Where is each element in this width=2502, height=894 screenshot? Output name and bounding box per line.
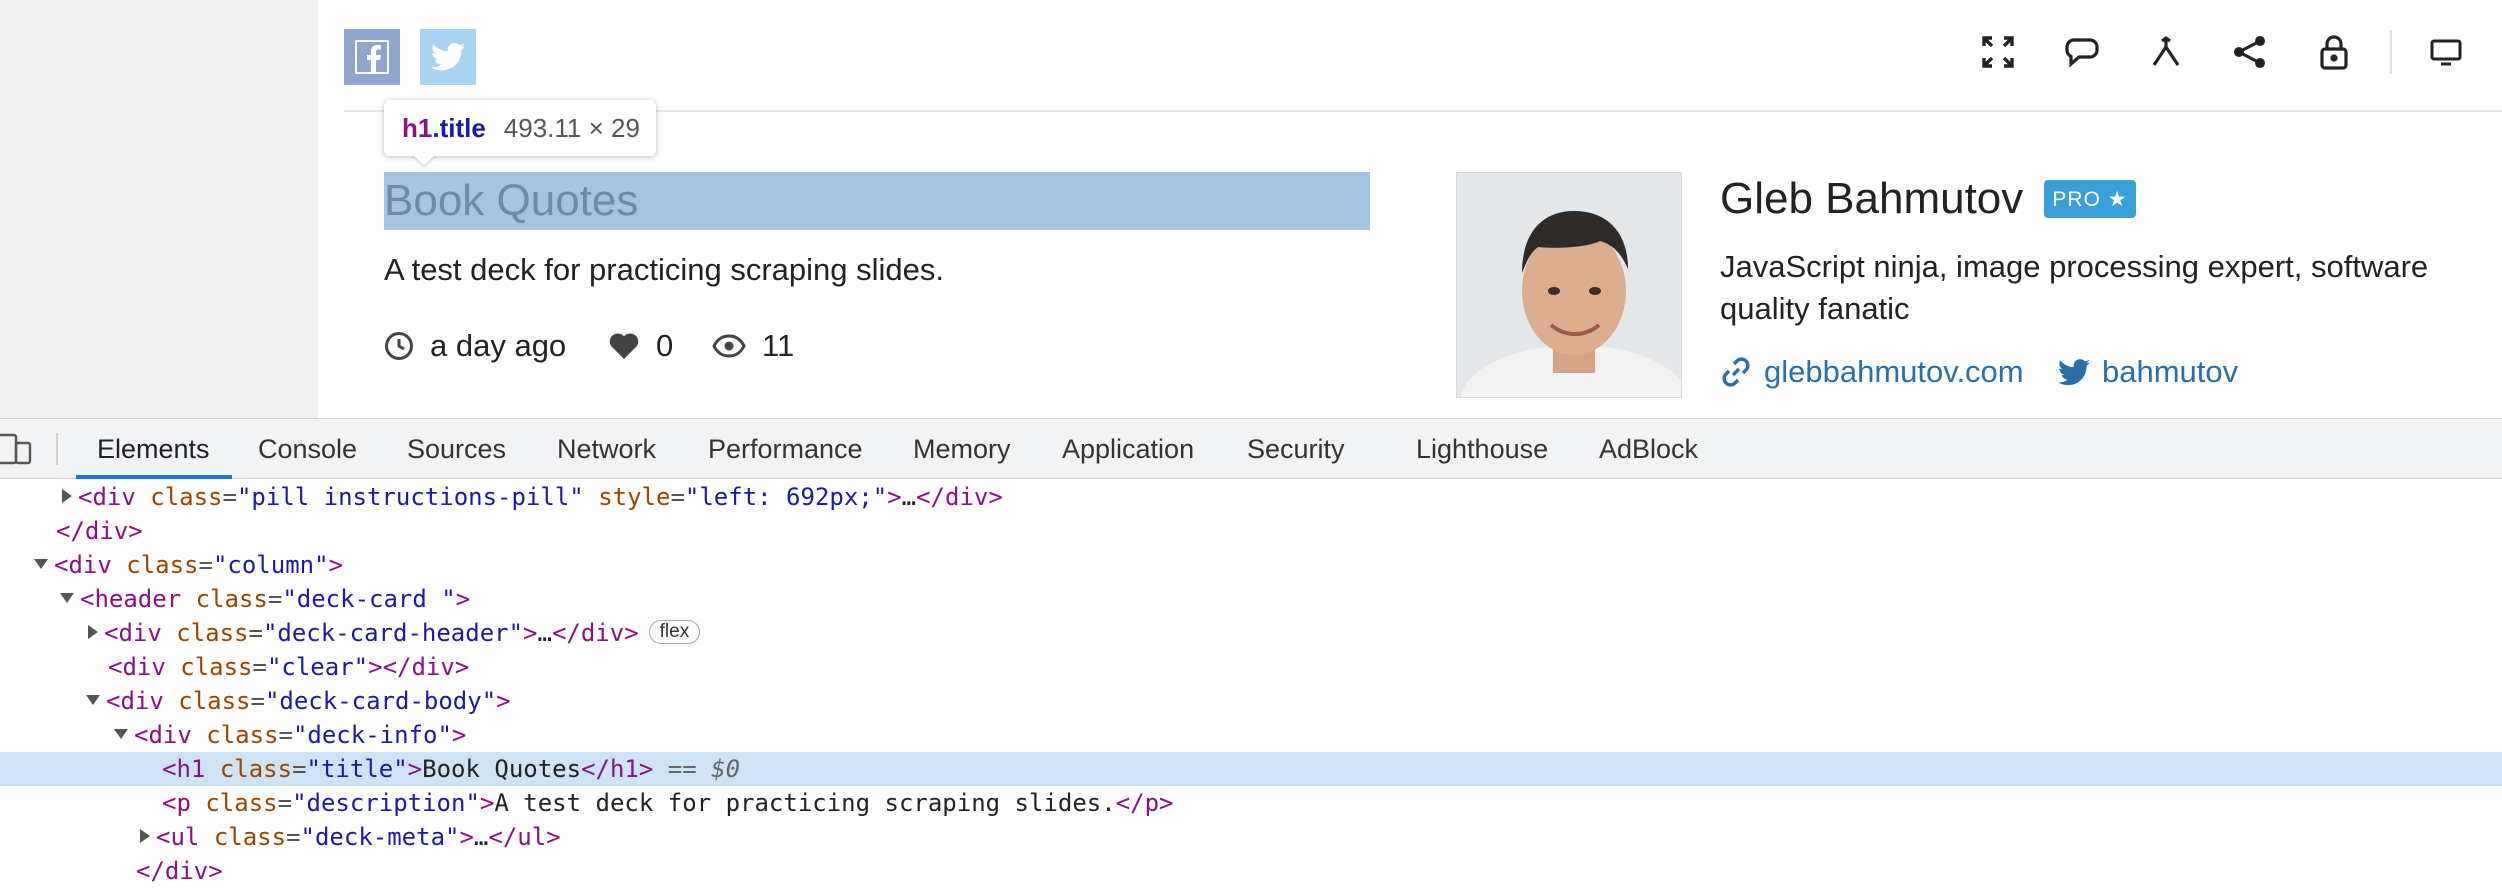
devtools-tab-divider bbox=[56, 433, 58, 465]
fork-button[interactable] bbox=[2144, 30, 2188, 74]
collapse-arrow-icon[interactable] bbox=[86, 695, 100, 705]
tab-console[interactable]: Console bbox=[258, 419, 357, 479]
deck-meta-time: a day ago bbox=[384, 328, 566, 364]
tooltip-selector: h1.title bbox=[402, 112, 486, 143]
dom-node[interactable]: <div class="clear"></div> bbox=[0, 650, 2502, 684]
facebook-share-button[interactable] bbox=[344, 29, 400, 85]
collapse-arrow-icon[interactable] bbox=[34, 559, 48, 569]
dom-node[interactable]: <div class="deck-card-header">…</div> fle… bbox=[0, 616, 2502, 650]
lock-button[interactable] bbox=[2312, 30, 2356, 74]
dom-node[interactable]: <header class="deck-card "> bbox=[0, 582, 2502, 616]
link-icon bbox=[1722, 357, 1750, 387]
selected-node-marker: == $0 bbox=[667, 755, 741, 783]
dom-node[interactable]: </div> bbox=[0, 514, 2502, 548]
active-tab-indicator bbox=[76, 475, 232, 479]
dom-node[interactable]: <div class="deck-info"> bbox=[0, 718, 2502, 752]
device-toggle-icon bbox=[0, 433, 32, 465]
deck-title: Book Quotes bbox=[384, 176, 639, 225]
comment-icon bbox=[2065, 38, 2099, 68]
heart-icon bbox=[609, 333, 639, 359]
dom-node[interactable]: <div class="column"> bbox=[0, 548, 2502, 582]
page-gutter bbox=[0, 0, 318, 418]
toolbar-divider bbox=[2390, 30, 2392, 74]
fullscreen-button[interactable] bbox=[1976, 30, 2020, 74]
collapse-arrow-icon[interactable] bbox=[60, 593, 74, 603]
collapse-arrow-icon[interactable] bbox=[114, 729, 128, 739]
author-website: glebbahmutov.com bbox=[1764, 354, 2024, 389]
present-button[interactable] bbox=[2424, 30, 2468, 74]
author-website-link[interactable]: glebbahmutov.com bbox=[1720, 354, 2024, 390]
tab-lighthouse[interactable]: Lighthouse bbox=[1416, 419, 1548, 479]
devtools-panel: Elements Console Sources Network Perform… bbox=[0, 418, 2502, 894]
pro-badge: PRO ★ bbox=[2044, 180, 2136, 218]
author-bio: JavaScript ninja, image processing exper… bbox=[1720, 249, 2429, 326]
device-toolbar-button[interactable] bbox=[0, 433, 34, 465]
dom-node[interactable]: <p class="description">A test deck for p… bbox=[0, 786, 2502, 820]
facebook-icon bbox=[355, 40, 389, 74]
deck-description: A test deck for practicing scraping slid… bbox=[384, 252, 944, 287]
tab-memory[interactable]: Memory bbox=[913, 419, 1011, 479]
deck-header-divider bbox=[344, 110, 2502, 112]
tooltip-dimensions: 493.11 × 29 bbox=[503, 112, 640, 143]
deck-views: 11 bbox=[762, 328, 795, 363]
expand-arrow-icon[interactable] bbox=[62, 489, 72, 503]
eye-icon bbox=[712, 334, 746, 358]
deck-meta-views: 11 bbox=[712, 328, 794, 364]
expand-arrow-icon[interactable] bbox=[140, 829, 150, 843]
deck-time: a day ago bbox=[430, 328, 567, 363]
fork-icon bbox=[2152, 36, 2180, 66]
present-icon bbox=[2430, 39, 2462, 66]
dom-node[interactable]: <ul class="deck-meta">…</ul> bbox=[0, 820, 2502, 854]
comments-button[interactable] bbox=[2060, 30, 2104, 74]
deck-likes: 0 bbox=[656, 328, 674, 363]
dom-node-selected[interactable]: <h1 class="title">Book Quotes</h1> == $0 bbox=[0, 752, 2502, 786]
tab-adblock[interactable]: AdBlock bbox=[1599, 419, 1698, 479]
tooltip-arrow bbox=[412, 154, 436, 166]
lock-icon bbox=[2320, 35, 2348, 70]
deck-meta-likes[interactable]: 0 bbox=[608, 328, 673, 364]
tab-security[interactable]: Security bbox=[1247, 419, 1345, 479]
dom-node[interactable]: <div class="deck-card-body"> bbox=[0, 684, 2502, 718]
inspect-tooltip: h1.title 493.11 × 29 bbox=[384, 100, 656, 156]
author-avatar[interactable] bbox=[1456, 172, 1682, 398]
dom-tree: <div class="pill instructions-pill" styl… bbox=[0, 480, 2502, 894]
author-twitter-link[interactable]: bahmutov bbox=[2058, 354, 2238, 390]
twitter-icon bbox=[431, 42, 465, 71]
fullscreen-icon bbox=[1982, 36, 2014, 68]
devtools-tab-bar: Elements Console Sources Network Perform… bbox=[0, 419, 2502, 479]
author-name[interactable]: Gleb Bahmutov bbox=[1720, 174, 2023, 224]
author-twitter: bahmutov bbox=[2102, 354, 2239, 389]
twitter-share-button[interactable] bbox=[420, 29, 476, 85]
dom-node[interactable]: <div class="pill instructions-pill" styl… bbox=[0, 480, 2502, 514]
tab-network[interactable]: Network bbox=[557, 419, 656, 479]
tab-sources[interactable]: Sources bbox=[407, 419, 506, 479]
twitter-icon bbox=[2058, 358, 2090, 385]
flex-badge[interactable]: flex bbox=[648, 620, 701, 644]
share-icon bbox=[2234, 36, 2265, 68]
clock-icon bbox=[385, 332, 413, 360]
dom-node[interactable]: </div> bbox=[0, 854, 2502, 888]
tab-performance[interactable]: Performance bbox=[708, 419, 863, 479]
tab-elements[interactable]: Elements bbox=[97, 419, 210, 479]
tab-application[interactable]: Application bbox=[1062, 419, 1194, 479]
expand-arrow-icon[interactable] bbox=[88, 625, 98, 639]
share-button[interactable] bbox=[2228, 30, 2272, 74]
